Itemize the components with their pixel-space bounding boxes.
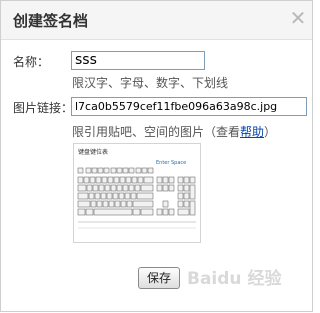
save-button[interactable]: 保存 [138, 267, 180, 289]
image-link-input[interactable]: l7ca0b5579cef11fbe096a63a98c.jpg [71, 97, 307, 116]
help-link[interactable]: 帮助 [240, 125, 264, 139]
image-preview: 键盘键位表 Enter Space [73, 143, 201, 243]
image-link-hint: 限引用贴吧、空间的图片（查看帮助） [72, 123, 276, 140]
image-link-label: 图片链接： [13, 101, 74, 115]
baidu-watermark: Baidu 经验 [187, 269, 282, 289]
name-input[interactable]: sss [71, 51, 205, 70]
keyboard-layout-image: 键盘键位表 Enter Space [74, 144, 200, 242]
dialog-titlebar: 创建签名档 ✕ [1, 1, 312, 40]
create-signature-dialog: 创建签名档 ✕ 名称： sss 限汉字、字母、数字、下划线 图片链接： l7ca… [0, 0, 313, 312]
close-icon[interactable]: ✕ [288, 8, 308, 29]
name-label: 名称： [13, 55, 50, 69]
image-hint-close: ） [264, 125, 277, 139]
preview-side-text: Enter Space [156, 160, 186, 166]
image-hint-text: 限引用贴吧、空间的图片（查看 [72, 125, 241, 139]
dialog-title: 创建签名档 [13, 12, 89, 30]
preview-caption: 键盘键位表 [78, 148, 108, 156]
name-hint: 限汉字、字母、数字、下划线 [72, 76, 229, 90]
